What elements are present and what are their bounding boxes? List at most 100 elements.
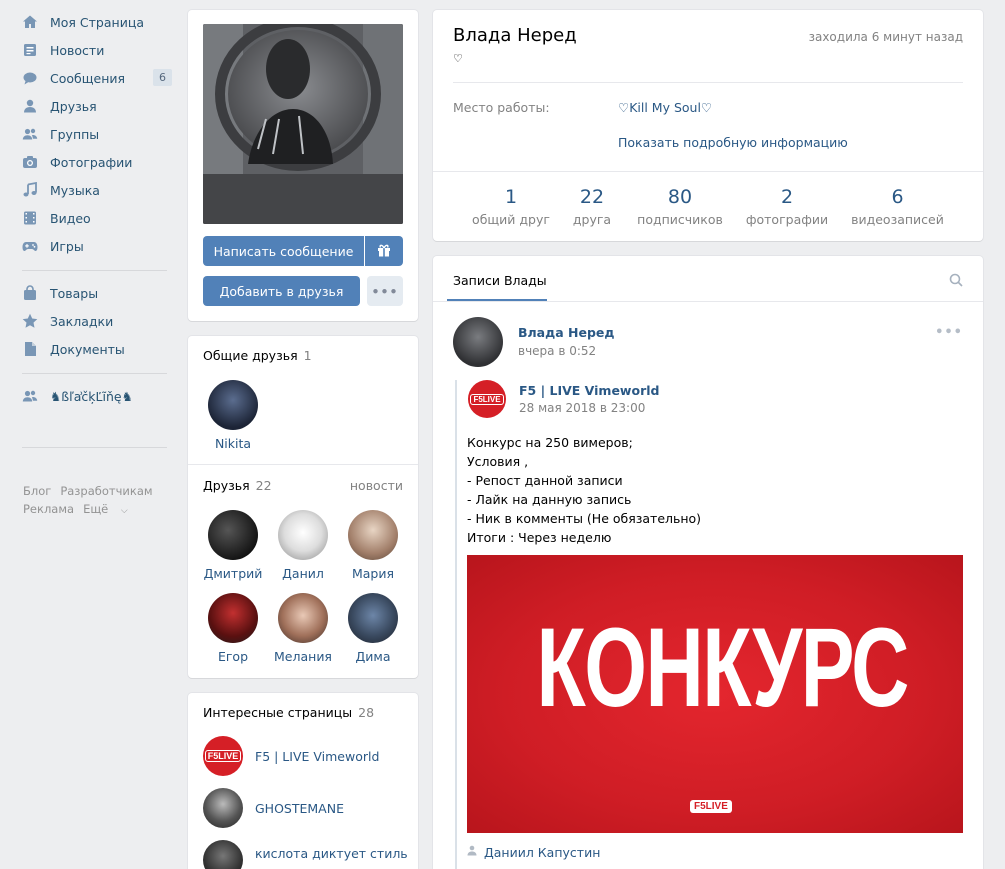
divider bbox=[188, 464, 418, 465]
counter-videos[interactable]: 6 видеозаписей bbox=[845, 186, 950, 227]
counter-label: подписчиков bbox=[637, 212, 723, 227]
friend-item[interactable]: Дмитрий bbox=[201, 510, 265, 581]
common-friends-count: 1 bbox=[303, 348, 312, 363]
counter-friends[interactable]: 22 друга bbox=[567, 186, 617, 227]
counter-followers[interactable]: 80 подписчиков bbox=[630, 186, 730, 227]
work-value-link[interactable]: ♡Kill My Soul♡ bbox=[618, 100, 712, 115]
friend-name: Мария bbox=[351, 566, 395, 581]
counter-number: 2 bbox=[780, 186, 794, 208]
nav-item-photos[interactable]: Фотографии bbox=[22, 148, 172, 176]
page-item[interactable]: F5LIVE F5 | LIVE Vimeworld bbox=[203, 736, 379, 776]
friend-item[interactable]: Данил bbox=[271, 510, 335, 581]
nav-item-goods[interactable]: Товары bbox=[22, 279, 172, 307]
contest-image[interactable]: КОНКУРС F5LIVE bbox=[467, 555, 963, 833]
f5live-logo: F5LIVE bbox=[470, 393, 504, 405]
post-author-avatar[interactable] bbox=[453, 317, 503, 367]
group-people-icon bbox=[22, 388, 38, 404]
friend-item[interactable]: Мелания bbox=[271, 593, 335, 664]
nav-label: Музыка bbox=[50, 182, 100, 198]
games-icon bbox=[22, 238, 38, 254]
nav-item-video[interactable]: Видео bbox=[22, 204, 172, 232]
friend-item[interactable]: Егор bbox=[201, 593, 265, 664]
post-menu-dots-icon[interactable]: ••• bbox=[935, 325, 963, 340]
friends-title: Друзья bbox=[203, 478, 250, 493]
f5live-logo: F5LIVE bbox=[204, 750, 242, 762]
friend-name: Дима bbox=[355, 649, 391, 664]
nav-item-news[interactable]: Новости bbox=[22, 36, 172, 64]
avatar bbox=[208, 593, 258, 643]
post-text-line: Итоги : Через неделю bbox=[467, 530, 612, 545]
document-icon bbox=[22, 341, 38, 357]
write-message-button[interactable]: Написать сообщение bbox=[203, 236, 364, 266]
nav-divider bbox=[22, 373, 167, 374]
messages-icon bbox=[22, 70, 38, 86]
footer-link-more[interactable]: Ещё ⌵ bbox=[83, 502, 137, 516]
friends-news-link[interactable]: новости bbox=[350, 478, 403, 493]
post-signer[interactable]: Даниил Капустин bbox=[467, 845, 600, 860]
counter-photos[interactable]: 2 фотографии bbox=[742, 186, 832, 227]
avatar bbox=[208, 380, 258, 430]
post-time[interactable]: вчера в 0:52 bbox=[518, 344, 596, 358]
nav-item-bookmarks[interactable]: Закладки bbox=[22, 307, 172, 335]
more-actions-button[interactable]: ••• bbox=[367, 276, 403, 306]
friend-item[interactable]: Мария bbox=[341, 510, 405, 581]
divider bbox=[433, 171, 983, 172]
search-icon[interactable] bbox=[949, 273, 963, 291]
post-text-line: Условия , bbox=[467, 454, 529, 469]
counter-number: 22 bbox=[579, 186, 605, 208]
nav-label: Документы bbox=[50, 341, 125, 357]
interesting-pages-card: Интересные страницы 28 F5LIVE F5 | LIVE V… bbox=[188, 693, 418, 869]
avatar-card: Написать сообщение Добавить в друзья ••• bbox=[188, 10, 418, 321]
show-more-info-link[interactable]: Показать подробную информацию bbox=[618, 135, 848, 150]
pages-header[interactable]: Интересные страницы 28 bbox=[203, 705, 374, 720]
nav-label: Товары bbox=[50, 285, 99, 301]
repost-time[interactable]: 28 мая 2018 в 23:00 bbox=[519, 401, 645, 415]
nav-item-my-page[interactable]: Моя Страница bbox=[22, 8, 172, 36]
friend-name: Дмитрий bbox=[203, 566, 263, 581]
nav-label: Фотографии bbox=[50, 154, 133, 170]
profile-status[interactable]: ♡ bbox=[453, 52, 463, 65]
footer-link-blog[interactable]: Блог bbox=[23, 484, 51, 498]
tab-wall-posts[interactable]: Записи Влады bbox=[453, 273, 547, 288]
post-text-line: Конкурс на 250 вимеров; bbox=[467, 435, 633, 450]
nav-item-documents[interactable]: Документы bbox=[22, 335, 172, 363]
footer-link-ads[interactable]: Реклама bbox=[23, 502, 74, 516]
nav-label: Игры bbox=[50, 238, 84, 254]
gift-button[interactable] bbox=[365, 236, 403, 266]
friends-header[interactable]: Друзья 22 bbox=[203, 478, 272, 493]
nav-item-group-link[interactable]: ♞ßľẚčķĽĩňę♞ bbox=[22, 382, 172, 410]
friend-item[interactable]: Дима bbox=[341, 593, 405, 664]
counter-common-friends[interactable]: 1 общий друг bbox=[465, 186, 557, 227]
add-friend-button[interactable]: Добавить в друзья bbox=[203, 276, 360, 306]
post-text: Конкурс на 250 вимеров; Условия , - Репо… bbox=[467, 433, 701, 547]
nav-item-games[interactable]: Игры bbox=[22, 232, 172, 260]
profile-name: Влада Неред bbox=[453, 25, 577, 46]
contest-image-title: КОНКУРС bbox=[536, 605, 909, 730]
nav-item-messages[interactable]: Сообщения 6 bbox=[22, 64, 172, 92]
footer-links-row-1: Блог Разработчикам bbox=[23, 484, 162, 498]
page-item[interactable]: GHOSTEMANE bbox=[203, 788, 344, 828]
common-friends-header[interactable]: Общие друзья 1 bbox=[203, 348, 312, 363]
repost-author-name[interactable]: F5 | LIVE Vimeworld bbox=[519, 383, 659, 398]
nav-label: Друзья bbox=[50, 98, 97, 114]
avatar bbox=[203, 788, 243, 828]
groups-icon bbox=[22, 126, 38, 142]
friend-name: Nikita bbox=[214, 436, 252, 451]
nav-item-groups[interactable]: Группы bbox=[22, 120, 172, 148]
chevron-down-icon: ⌵ bbox=[120, 506, 128, 516]
page-name: кислота диктует стиль bbox=[255, 845, 408, 861]
add-friend-label: Добавить в друзья bbox=[219, 283, 344, 299]
avatar bbox=[208, 510, 258, 560]
work-label: Место работы: bbox=[453, 100, 550, 115]
counter-label: общий друг bbox=[472, 212, 550, 227]
footer-link-developers[interactable]: Разработчикам bbox=[60, 484, 152, 498]
profile-photo[interactable] bbox=[203, 24, 403, 224]
repost-author-avatar[interactable]: F5LIVE bbox=[468, 380, 506, 418]
nav-item-music[interactable]: Музыка bbox=[22, 176, 172, 204]
page-item[interactable]: кислота диктует стиль bbox=[203, 840, 408, 869]
shopping-bag-icon bbox=[22, 285, 38, 301]
nav-item-friends[interactable]: Друзья bbox=[22, 92, 172, 120]
common-friend-item[interactable]: Nikita bbox=[201, 380, 265, 451]
nav-divider bbox=[22, 447, 167, 448]
post-author-name[interactable]: Влада Неред bbox=[518, 325, 614, 340]
